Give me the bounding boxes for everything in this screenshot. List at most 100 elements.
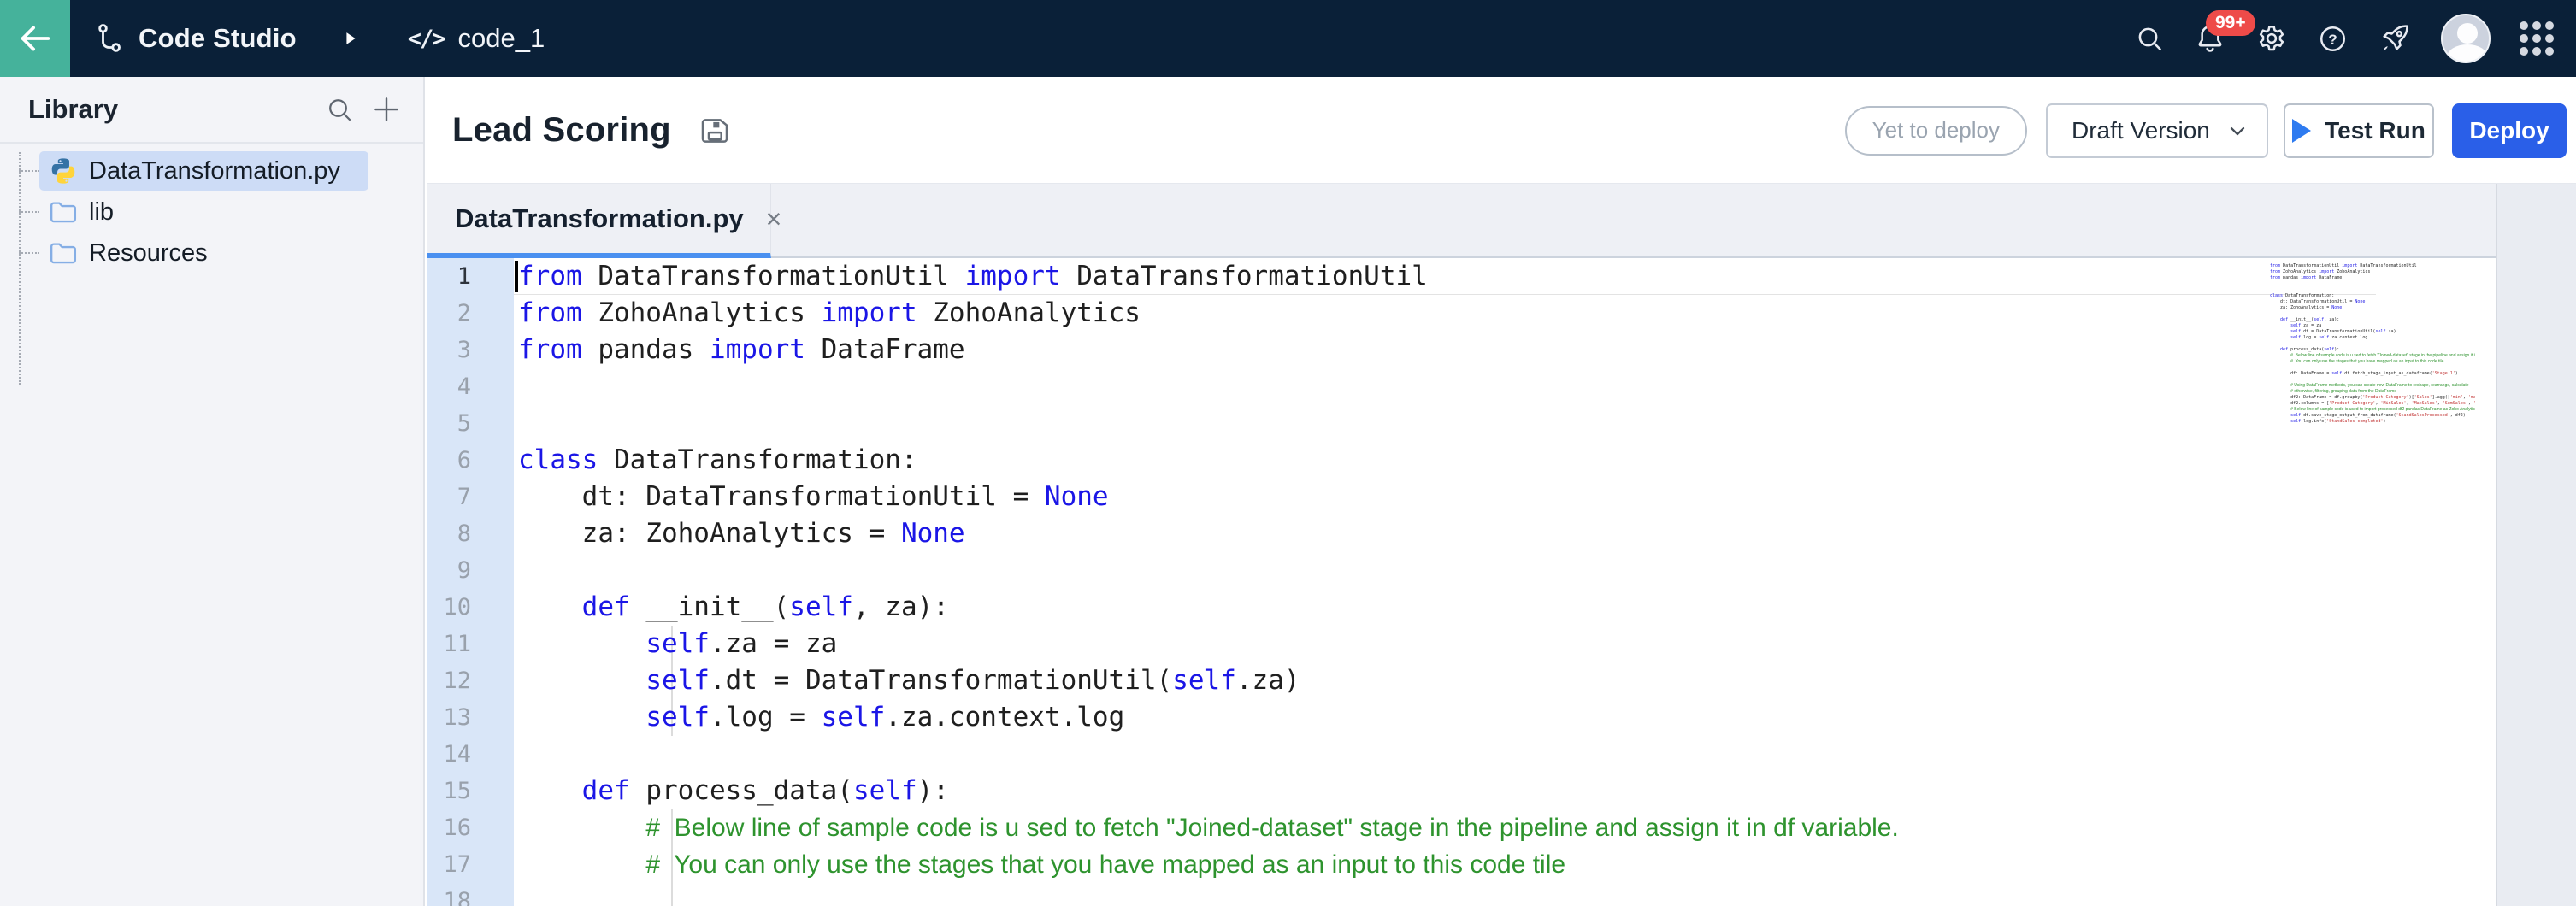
library-add-icon[interactable] xyxy=(370,93,403,126)
minimap-line: # otherwise, filtering, grouping data fr… xyxy=(2270,389,2475,395)
code-line[interactable] xyxy=(514,368,2376,405)
code-line[interactable]: dt: DataTransformationUtil = None xyxy=(514,479,2376,515)
gutter: 123456789101112131415161718 xyxy=(427,258,514,906)
code-line[interactable] xyxy=(514,405,2376,442)
code-line[interactable]: from DataTransformationUtil import DataT… xyxy=(514,258,2376,295)
gutter-line-number[interactable]: 14 xyxy=(427,736,514,773)
minimap-line xyxy=(2270,365,2475,371)
rocket-icon[interactable] xyxy=(2378,21,2412,56)
page-title: Lead Scoring xyxy=(452,111,671,150)
library-sidebar: Library DataTransformation.py xyxy=(0,77,425,906)
status-badge: Yet to deploy xyxy=(1845,106,2027,156)
minimap-line: self.dt.save_stage_output_from_dataframe… xyxy=(2270,413,2475,419)
tree-item-label: DataTransformation.py xyxy=(89,157,340,185)
header-actions: Yet to deploy Draft Version Test Run Dep… xyxy=(1845,77,2567,184)
play-icon xyxy=(2292,119,2311,143)
minimap-line: dt: DataTransformationUtil = None xyxy=(2270,299,2475,305)
minimap-line: # Below line of sample code is used to i… xyxy=(2270,407,2475,413)
code-area[interactable]: from DataTransformationUtil import DataT… xyxy=(514,258,2376,906)
tree-connector xyxy=(19,252,39,254)
minimap-line xyxy=(2270,341,2475,347)
code-line[interactable]: from ZohoAnalytics import ZohoAnalytics xyxy=(514,295,2376,332)
minimap-line xyxy=(2270,281,2475,287)
minimap-line: self.log = self.za.context.log xyxy=(2270,335,2475,341)
library-search-icon[interactable] xyxy=(324,94,355,125)
minimap-line: # Below line of sample code is u sed to … xyxy=(2270,353,2475,359)
minimap-line xyxy=(2270,377,2475,383)
minimap-line: def process_data(self): xyxy=(2270,347,2475,353)
gutter-line-number[interactable]: 5 xyxy=(427,405,514,442)
notifications-button[interactable]: 99+ xyxy=(2194,22,2226,55)
settings-gear-icon[interactable] xyxy=(2255,22,2288,55)
editor-tabbar: DataTransformation.py × xyxy=(427,184,2496,258)
gutter-line-number[interactable]: 3 xyxy=(427,332,514,368)
code-line[interactable]: za: ZohoAnalytics = None xyxy=(514,515,2376,552)
code-line[interactable]: from pandas import DataFrame xyxy=(514,332,2376,368)
tab-close-icon[interactable]: × xyxy=(766,205,782,232)
minimap-line: from ZohoAnalytics import ZohoAnalytics xyxy=(2270,269,2475,275)
help-icon[interactable]: ? xyxy=(2317,23,2349,55)
tree-connector xyxy=(19,170,39,172)
code-file-icon: </> xyxy=(408,26,445,52)
deploy-button[interactable]: Deploy xyxy=(2452,103,2567,158)
minimap-line: # Using DataFrame methods, you can creat… xyxy=(2270,383,2475,389)
svg-text:?: ? xyxy=(2328,31,2337,47)
minimap-line: from pandas import DataFrame xyxy=(2270,275,2475,281)
code-line[interactable] xyxy=(514,883,2376,906)
file-tree: DataTransformation.py lib Resources xyxy=(0,144,423,274)
search-icon[interactable] xyxy=(2134,23,2165,54)
code-line[interactable]: class DataTransformation: xyxy=(514,442,2376,479)
tree-item-lib[interactable]: lib xyxy=(0,191,423,232)
gutter-line-number[interactable]: 16 xyxy=(427,809,514,846)
gutter-line-number[interactable]: 8 xyxy=(427,515,514,552)
gutter-line-number[interactable]: 1 xyxy=(427,258,514,295)
minimap[interactable]: from DataTransformationUtil import DataT… xyxy=(2270,263,2475,896)
library-header: Library xyxy=(0,77,423,144)
code-line[interactable]: # You can only use the stages that you h… xyxy=(514,846,2376,883)
code-line[interactable]: def process_data(self): xyxy=(514,773,2376,809)
code-line[interactable] xyxy=(514,552,2376,589)
gutter-line-number[interactable]: 13 xyxy=(427,699,514,736)
back-arrow-icon xyxy=(15,19,55,58)
version-dropdown[interactable]: Draft Version xyxy=(2046,103,2268,158)
notification-badge: 99+ xyxy=(2206,10,2255,36)
test-run-button[interactable]: Test Run xyxy=(2284,103,2434,158)
code-line[interactable]: # Below line of sample code is u sed to … xyxy=(514,809,2376,846)
python-file-icon xyxy=(48,156,79,186)
tree-item-datatransformation[interactable]: DataTransformation.py xyxy=(0,150,423,191)
code-line[interactable]: def __init__(self, za): xyxy=(514,589,2376,626)
gutter-line-number[interactable]: 6 xyxy=(427,442,514,479)
minimap-line xyxy=(2270,287,2475,293)
code-line[interactable] xyxy=(514,736,2376,773)
gutter-line-number[interactable]: 7 xyxy=(427,479,514,515)
code-line[interactable]: self.za = za xyxy=(514,626,2376,662)
code-line[interactable]: self.log = self.za.context.log xyxy=(514,699,2376,736)
tab-datatransformation[interactable]: DataTransformation.py × xyxy=(427,184,771,258)
top-navbar: Code Studio </> code_1 99+ ? xyxy=(0,0,2576,77)
gutter-line-number[interactable]: 4 xyxy=(427,368,514,405)
gutter-line-number[interactable]: 18 xyxy=(427,883,514,906)
save-icon[interactable] xyxy=(697,114,733,148)
chevron-down-icon xyxy=(2225,119,2249,143)
tree-item-label: Resources xyxy=(89,239,208,268)
tree-item-resources[interactable]: Resources xyxy=(0,232,423,274)
gutter-line-number[interactable]: 17 xyxy=(427,846,514,883)
code-line[interactable]: self.dt = DataTransformationUtil(self.za… xyxy=(514,662,2376,699)
pipeline-icon xyxy=(92,21,127,56)
tab-label: DataTransformation.py xyxy=(455,203,744,234)
apps-grid-icon[interactable] xyxy=(2520,21,2554,56)
gutter-line-number[interactable]: 15 xyxy=(427,773,514,809)
gutter-line-number[interactable]: 9 xyxy=(427,552,514,589)
minimap-line: df2: DataFrame = df.groupby('Product Cat… xyxy=(2270,395,2475,401)
gutter-line-number[interactable]: 12 xyxy=(427,662,514,699)
breadcrumb-file-name: code_1 xyxy=(458,23,545,54)
minimap-line: from DataTransformationUtil import DataT… xyxy=(2270,263,2475,269)
user-avatar[interactable] xyxy=(2441,14,2491,63)
gutter-line-number[interactable]: 10 xyxy=(427,589,514,626)
back-button[interactable] xyxy=(0,0,70,77)
minimap-line: df: DataFrame = self.dt.fetch_stage_inpu… xyxy=(2270,371,2475,377)
minimap-line: df2.columns = ['Product Category', 'MinS… xyxy=(2270,401,2475,407)
gutter-line-number[interactable]: 2 xyxy=(427,295,514,332)
breadcrumb-caret-icon xyxy=(341,29,360,48)
gutter-line-number[interactable]: 11 xyxy=(427,626,514,662)
